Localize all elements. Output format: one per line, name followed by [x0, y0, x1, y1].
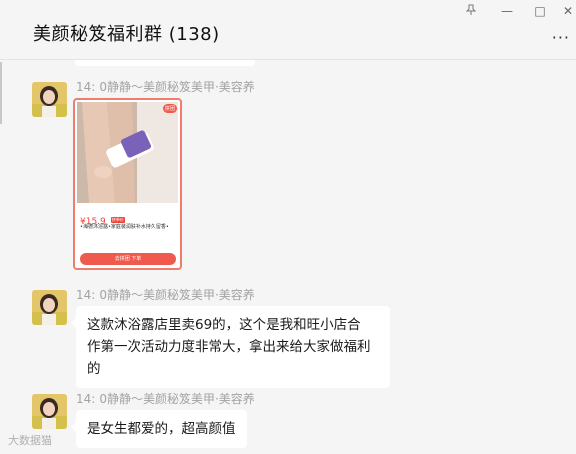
- minimize-button[interactable]: —: [500, 4, 514, 18]
- message-bubble[interactable]: 是女生都爱的，超高颜值: [71, 410, 247, 448]
- message-bubble[interactable]: 这款沐浴露店里卖69的，这个是我和旺小店合 作第一次活动力度非常大，拿出来给大家…: [71, 306, 390, 388]
- sender-label: 0静静～美颜秘笈美甲·美容养: [99, 80, 255, 94]
- previous-message-bubble: [75, 60, 255, 66]
- group-buy-button[interactable]: 去拼团 下单: [80, 253, 176, 265]
- sender-label: 0静静～美颜秘笈美甲·美容养: [99, 288, 255, 302]
- price-tag: 拼单价: [110, 216, 125, 223]
- sender-name: 14: 0静静～美颜秘笈美甲·美容养: [76, 286, 255, 303]
- watermark: 大数据猫: [8, 434, 52, 447]
- message-time: 14:: [76, 80, 96, 94]
- group-buy-tag: 拼团: [162, 104, 177, 113]
- chat-area: 14:0静静～美颜秘笈美甲·美容养 拼团 ¥15.9 拼单价 •海德沐浴露•家: [0, 60, 576, 454]
- sender-name: 14: 0静静～美颜秘笈美甲·美容养: [76, 390, 255, 407]
- sender-label: 0静静～美颜秘笈美甲·美容养: [99, 392, 255, 406]
- more-options-icon[interactable]: ···: [552, 28, 570, 47]
- message-line: 这款沐浴露店里卖69的，这个是我和旺小店合: [87, 317, 361, 333]
- maximize-button[interactable]: □: [533, 4, 547, 18]
- price-row: ¥15.9 拼单价: [80, 209, 125, 227]
- message-line: 作第一次活动力度非常大，拿出来给大家做福利: [87, 339, 371, 355]
- message-time: 14:: [76, 392, 96, 406]
- message-line: 是女生都爱的，超高颜值: [87, 421, 236, 437]
- message-line: 的: [87, 361, 101, 377]
- sender-name: 14: 0静静～美颜秘笈美甲·美容养: [76, 78, 255, 95]
- product-description: •海德沐浴露•家庭装润肤补水持久留香•: [80, 224, 169, 230]
- message-time: 14:: [76, 288, 96, 302]
- product-card[interactable]: 拼团 ¥15.9 拼单价 •海德沐浴露•家庭装润肤补水持久留香• 去拼团 下单: [73, 98, 182, 270]
- avatar[interactable]: [32, 82, 67, 117]
- chat-header: 美颜秘笈福利群 (138) — □ ✕ ···: [0, 0, 576, 60]
- pin-icon[interactable]: [464, 4, 478, 18]
- avatar[interactable]: [32, 394, 67, 429]
- close-button[interactable]: ✕: [561, 4, 575, 18]
- group-title[interactable]: 美颜秘笈福利群 (138): [33, 20, 220, 46]
- product-image: [77, 102, 178, 203]
- avatar[interactable]: [32, 290, 67, 325]
